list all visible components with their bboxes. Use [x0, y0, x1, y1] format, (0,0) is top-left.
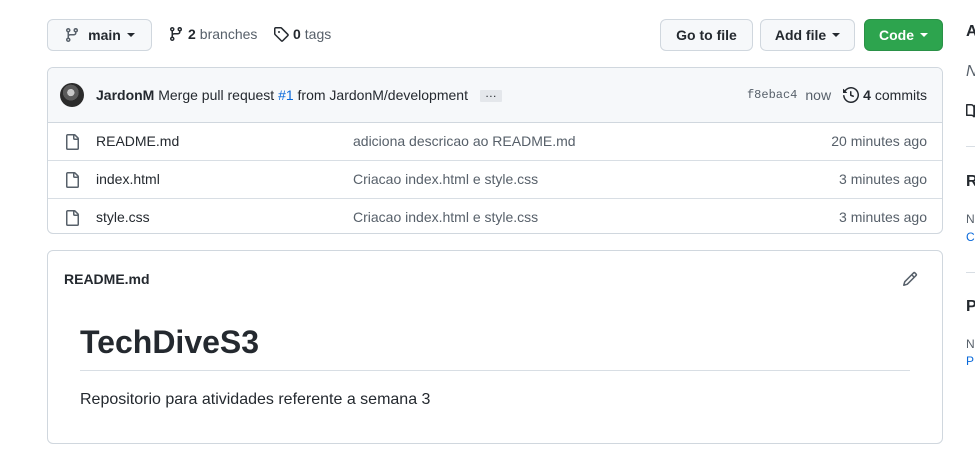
go-to-file-label: Go to file [676, 27, 737, 43]
commit-details: f8ebac4 now 4 commits [747, 87, 927, 103]
code-label: Code [879, 27, 914, 43]
branch-icon [169, 27, 182, 42]
commit-count: 4 [863, 87, 871, 103]
file-age: 20 minutes ago [831, 133, 927, 149]
commit-message-suffix[interactable]: from JardonM/development [298, 87, 468, 103]
readme-panel: README.md TechDiveS3 Repositorio para at… [47, 250, 943, 444]
file-commit-message-link[interactable]: Criacao index.html e style.css [353, 209, 538, 225]
commits-history-link[interactable]: 4 commits [843, 87, 927, 103]
file-icon [66, 172, 79, 188]
latest-commit-bar: JardonM Merge pull request #1 from Jardo… [48, 68, 942, 123]
file-icon [66, 134, 79, 150]
publish-package-link[interactable]: P [966, 354, 974, 368]
commit-time: now [805, 87, 832, 103]
releases-note: N [966, 212, 975, 226]
divider [80, 370, 910, 371]
packages-heading[interactable]: P [966, 298, 975, 316]
about-heading: A [966, 23, 975, 40]
file-commit-message-link[interactable]: adiciona descricao ao README.md [353, 133, 576, 149]
tags-link[interactable]: 0 tags [273, 26, 331, 42]
divider [966, 272, 975, 273]
commit-message-prefix[interactable]: Merge pull request [158, 87, 274, 103]
commit-message: JardonM Merge pull request #1 from Jardo… [96, 87, 502, 103]
readme-description: Repositorio para atividades referente a … [80, 391, 431, 408]
add-file-button[interactable]: Add file [760, 19, 855, 51]
pull-request-link[interactable]: #1 [278, 87, 294, 103]
chevron-down-icon [832, 33, 841, 37]
branches-label: branches [199, 26, 258, 42]
go-to-file-button[interactable]: Go to file [660, 19, 753, 51]
chevron-down-icon [126, 33, 135, 37]
readme-heading: TechDiveS3 [80, 324, 260, 360]
file-icon [66, 210, 79, 226]
tags-label: tags [304, 26, 332, 42]
file-age: 3 minutes ago [839, 171, 927, 187]
commit-sha-link[interactable]: f8ebac4 [747, 88, 797, 102]
commit-author-link[interactable]: JardonM [96, 87, 154, 103]
branch-select-button[interactable]: main [47, 19, 152, 51]
file-commit-message-link[interactable]: Criacao index.html e style.css [353, 171, 538, 187]
add-file-label: Add file [774, 27, 827, 43]
readme-file-link[interactable]: README.md [64, 271, 150, 287]
chevron-down-icon [920, 33, 928, 37]
divider [966, 146, 975, 147]
file-name-link[interactable]: style.css [96, 209, 150, 225]
tag-icon [274, 27, 289, 42]
branches-link[interactable]: 2 branches [168, 26, 257, 42]
releases-heading[interactable]: R [966, 173, 975, 191]
file-name-link[interactable]: index.html [96, 171, 160, 187]
branch-name: main [88, 27, 121, 43]
file-row: style.css Criacao index.html e style.css… [48, 199, 942, 233]
commits-label: commits [874, 87, 927, 103]
file-list: JardonM Merge pull request #1 from Jardo… [47, 67, 943, 234]
file-age: 3 minutes ago [839, 209, 927, 225]
file-name-link[interactable]: README.md [96, 133, 179, 149]
expand-commit-button[interactable]: … [479, 87, 502, 103]
file-row: README.md adiciona descricao ao README.m… [48, 123, 942, 161]
about-description: N [966, 63, 975, 81]
file-row: index.html Criacao index.html e style.cs… [48, 161, 942, 199]
code-button[interactable]: Code [864, 19, 943, 51]
tags-count: 0 [293, 26, 301, 42]
pencil-icon[interactable] [902, 271, 918, 287]
history-icon [843, 87, 860, 103]
create-release-link[interactable]: C [966, 230, 975, 244]
branches-count: 2 [188, 26, 196, 42]
branch-icon [66, 28, 79, 43]
book-icon [966, 104, 975, 118]
avatar[interactable] [60, 83, 84, 107]
packages-note: N [966, 337, 975, 351]
readme-sidebar-link[interactable] [966, 103, 975, 119]
